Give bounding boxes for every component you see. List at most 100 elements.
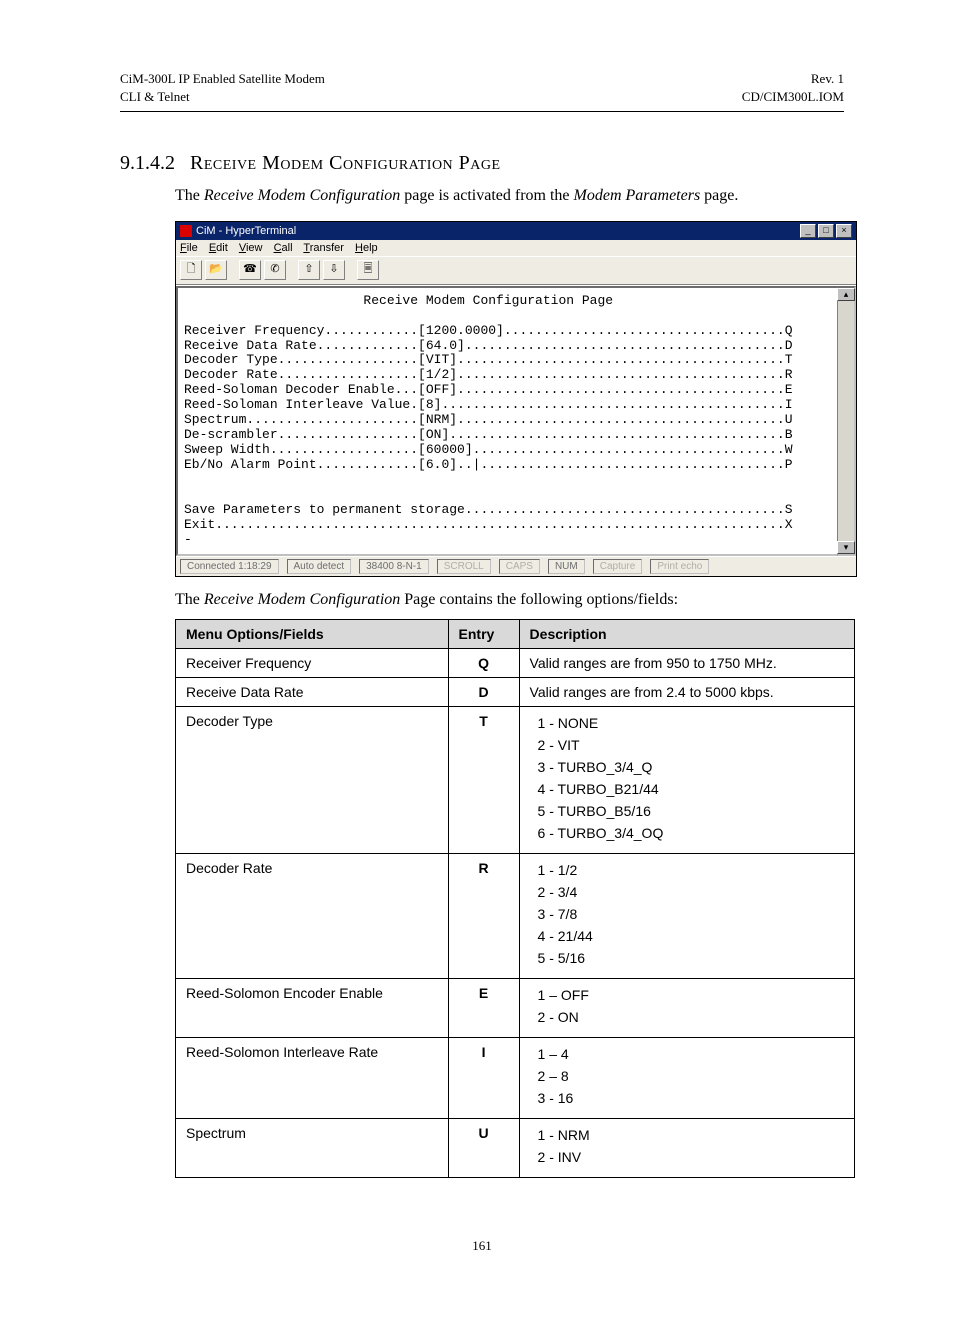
cell-entry: U bbox=[448, 1118, 519, 1177]
open-file-icon[interactable]: 📂 bbox=[205, 260, 227, 280]
menu-call[interactable]: Call bbox=[274, 242, 293, 254]
description-line: 1 - NRM bbox=[538, 1127, 844, 1143]
table-row: Decoder RateR 1 - 1/2 2 - 3/4 3 - 7/8 4 - 21… bbox=[176, 853, 855, 978]
status-capture: Capture bbox=[593, 559, 643, 574]
cell-description: 1 - NRM 2 - INV bbox=[519, 1118, 854, 1177]
header-right-line1: Rev. 1 bbox=[742, 70, 844, 88]
window-titlebar: CiM - HyperTerminal _ □ × bbox=[176, 222, 856, 240]
description-line: 1 - NONE bbox=[538, 715, 844, 731]
cell-field: Receiver Frequency bbox=[176, 648, 449, 677]
app-icon bbox=[180, 225, 192, 237]
cell-description: Valid ranges are from 2.4 to 5000 kbps. bbox=[519, 677, 854, 706]
menu-file[interactable]: File bbox=[180, 242, 198, 254]
cell-entry: R bbox=[448, 853, 519, 978]
description-line: 2 - 3/4 bbox=[538, 884, 844, 900]
cell-entry: E bbox=[448, 978, 519, 1037]
description-line: 3 - 7/8 bbox=[538, 906, 844, 922]
table-row: Receive Data RateDValid ranges are from … bbox=[176, 677, 855, 706]
intro-paragraph: The Receive Modem Configuration page is … bbox=[175, 185, 844, 207]
maximize-button[interactable]: □ bbox=[818, 224, 834, 238]
table-row: SpectrumU 1 - NRM 2 - INV bbox=[176, 1118, 855, 1177]
description-line: 3 - 16 bbox=[538, 1090, 844, 1106]
status-printecho: Print echo bbox=[650, 559, 709, 574]
scrollbar[interactable]: ▴ ▾ bbox=[837, 286, 856, 556]
send-icon[interactable]: ⇧ bbox=[298, 260, 320, 280]
cell-description: Valid ranges are from 950 to 1750 MHz. bbox=[519, 648, 854, 677]
description-line: 2 - INV bbox=[538, 1149, 844, 1165]
description-line: 6 - TURBO_3/4_OQ bbox=[538, 825, 844, 841]
status-caps: CAPS bbox=[499, 559, 540, 574]
terminal-output[interactable]: Receive Modem Configuration Page Receive… bbox=[176, 286, 837, 556]
status-scroll: SCROLL bbox=[437, 559, 491, 574]
page-number: 161 bbox=[120, 1238, 844, 1254]
options-table: Menu Options/Fields Entry Description Re… bbox=[175, 619, 855, 1178]
table-header-row: Menu Options/Fields Entry Description bbox=[176, 619, 855, 648]
cell-field: Receive Data Rate bbox=[176, 677, 449, 706]
scroll-down-icon[interactable]: ▾ bbox=[837, 541, 855, 554]
description-line: 5 - 5/16 bbox=[538, 950, 844, 966]
after-paragraph: The Receive Modem Configuration Page con… bbox=[175, 591, 844, 609]
table-row: Decoder TypeT 1 - NONE 2 - VIT 3 - TURBO_3/… bbox=[176, 706, 855, 853]
cell-field: Reed-Solomon Interleave Rate bbox=[176, 1037, 449, 1118]
table-row: Reed-Solomon Interleave RateI 1 – 4 2 – 8 3… bbox=[176, 1037, 855, 1118]
menu-bar: File Edit View Call Transfer Help bbox=[176, 240, 856, 256]
status-params: 38400 8-N-1 bbox=[359, 559, 429, 574]
call-icon[interactable]: ☎ bbox=[239, 260, 261, 280]
cell-entry: T bbox=[448, 706, 519, 853]
toolbar: 🗋 📂 ☎ ✆ ⇧ ⇩ 🗏 bbox=[176, 256, 856, 285]
description-line: 2 – 8 bbox=[538, 1068, 844, 1084]
description-line: 2 - VIT bbox=[538, 737, 844, 753]
status-bar: Connected 1:18:29 Auto detect 38400 8-N-… bbox=[176, 556, 856, 576]
menu-edit[interactable]: Edit bbox=[209, 242, 228, 254]
col-entry: Entry bbox=[448, 619, 519, 648]
cell-field: Reed-Solomon Encoder Enable bbox=[176, 978, 449, 1037]
col-menu-options: Menu Options/Fields bbox=[176, 619, 449, 648]
window-title: CiM - HyperTerminal bbox=[196, 225, 296, 237]
menu-view[interactable]: View bbox=[239, 242, 263, 254]
header-left-line2: CLI & Telnet bbox=[120, 88, 325, 106]
cell-entry: I bbox=[448, 1037, 519, 1118]
description-line: 1 – OFF bbox=[538, 987, 844, 1003]
header-left: CiM-300L IP Enabled Satellite Modem CLI … bbox=[120, 70, 325, 105]
hyperterminal-window: CiM - HyperTerminal _ □ × File Edit View… bbox=[175, 221, 857, 577]
description-line: 5 - TURBO_B5/16 bbox=[538, 803, 844, 819]
scroll-up-icon[interactable]: ▴ bbox=[837, 288, 855, 301]
status-connection: Connected 1:18:29 bbox=[180, 559, 279, 574]
cell-description: 1 – 4 2 – 8 3 - 16 bbox=[519, 1037, 854, 1118]
header-right: Rev. 1 CD/CIM300L.IOM bbox=[742, 70, 844, 105]
cell-field: Decoder Rate bbox=[176, 853, 449, 978]
cell-description: 1 - 1/2 2 - 3/4 3 - 7/8 4 - 21/44 5 - 5/16 bbox=[519, 853, 854, 978]
description-line: 1 – 4 bbox=[538, 1046, 844, 1062]
hangup-icon[interactable]: ✆ bbox=[264, 260, 286, 280]
receive-icon[interactable]: ⇩ bbox=[323, 260, 345, 280]
properties-icon[interactable]: 🗏 bbox=[357, 260, 379, 280]
cell-description: 1 - NONE 2 - VIT 3 - TURBO_3/4_Q 4 - TURBO_… bbox=[519, 706, 854, 853]
header-right-line2: CD/CIM300L.IOM bbox=[742, 88, 844, 106]
cell-entry: D bbox=[448, 677, 519, 706]
col-description: Description bbox=[519, 619, 854, 648]
status-num: NUM bbox=[548, 559, 585, 574]
table-row: Receiver FrequencyQValid ranges are from… bbox=[176, 648, 855, 677]
table-row: Reed-Solomon Encoder EnableE 1 – OFF 2 - O… bbox=[176, 978, 855, 1037]
menu-help[interactable]: Help bbox=[355, 242, 378, 254]
section-number: 9.1.4.2 bbox=[120, 152, 175, 174]
page-header: CiM-300L IP Enabled Satellite Modem CLI … bbox=[120, 70, 844, 105]
close-button[interactable]: × bbox=[836, 224, 852, 238]
description-line: 4 - TURBO_B21/44 bbox=[538, 781, 844, 797]
status-detect: Auto detect bbox=[287, 559, 352, 574]
menu-transfer[interactable]: Transfer bbox=[303, 242, 344, 254]
header-rule bbox=[120, 111, 844, 112]
section-heading: 9.1.4.2 Receive Modem Configuration Page bbox=[120, 152, 844, 175]
cell-field: Decoder Type bbox=[176, 706, 449, 853]
description-line: 4 - 21/44 bbox=[538, 928, 844, 944]
cell-description: 1 – OFF 2 - ON bbox=[519, 978, 854, 1037]
new-file-icon[interactable]: 🗋 bbox=[180, 260, 202, 280]
header-left-line1: CiM-300L IP Enabled Satellite Modem bbox=[120, 70, 325, 88]
description-line: 1 - 1/2 bbox=[538, 862, 844, 878]
section-title: Receive Modem Configuration Page bbox=[190, 152, 501, 174]
minimize-button[interactable]: _ bbox=[800, 224, 816, 238]
cell-field: Spectrum bbox=[176, 1118, 449, 1177]
description-line: 2 - ON bbox=[538, 1009, 844, 1025]
cell-entry: Q bbox=[448, 648, 519, 677]
description-line: 3 - TURBO_3/4_Q bbox=[538, 759, 844, 775]
